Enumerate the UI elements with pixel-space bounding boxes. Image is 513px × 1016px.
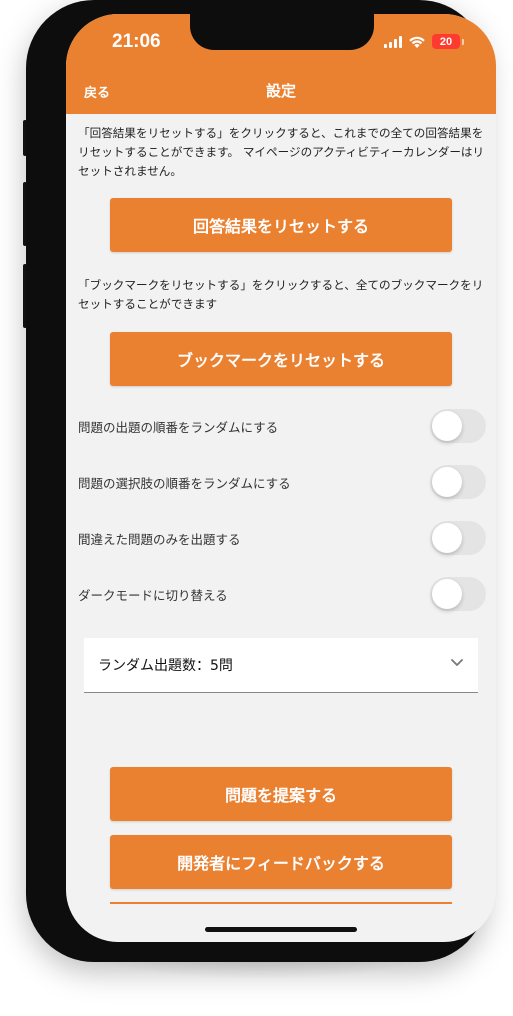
battery-level: 20 bbox=[439, 35, 453, 48]
setting-label: 問題の出題の順番をランダムにする bbox=[78, 420, 279, 435]
status-time: 21:06 bbox=[112, 31, 161, 52]
setting-label: ダークモードに切り替える bbox=[78, 588, 228, 603]
toggle-knob bbox=[432, 579, 462, 609]
phone-frame: 21:06 20 戻る 設定 「回答結果をリセットする」をクリックすると、これま… bbox=[26, 0, 496, 962]
toggle-knob bbox=[432, 467, 462, 497]
setting-random-question-order: 問題の出題の順番をランダムにする bbox=[78, 409, 486, 445]
page-title: 設定 bbox=[265, 82, 296, 100]
home-indicator[interactable] bbox=[205, 927, 357, 932]
toggle-knob bbox=[432, 523, 462, 553]
reset-answers-description: 「回答結果をリセットする」をクリックすると、これまでの全ての回答結果をリセットす… bbox=[78, 126, 485, 178]
setting-dark-mode: ダークモードに切り替える bbox=[78, 577, 486, 613]
setting-wrong-only: 間違えた問題のみを出題する bbox=[78, 521, 486, 557]
partial-button-edge bbox=[110, 902, 452, 904]
toggle-knob bbox=[432, 411, 462, 441]
status-icons: 20 bbox=[384, 34, 464, 49]
setting-label: 問題の選択肢の順番をランダムにする bbox=[78, 476, 291, 491]
canvas: 21:06 20 戻る 設定 「回答結果をリセットする」をクリックすると、これま… bbox=[0, 0, 513, 1016]
battery-cap bbox=[462, 38, 464, 45]
chevron-down-icon bbox=[451, 659, 463, 666]
random-count-select[interactable]: ランダム出題数：5問 bbox=[84, 638, 478, 693]
battery-icon: 20 bbox=[432, 34, 460, 49]
signal-icon bbox=[384, 35, 402, 48]
random-question-order-toggle[interactable] bbox=[430, 409, 486, 443]
random-count-value: ランダム出題数：5問 bbox=[98, 658, 233, 674]
reset-answers-button[interactable]: 回答結果をリセットする bbox=[110, 198, 452, 252]
suggest-question-button[interactable]: 問題を提案する bbox=[110, 767, 452, 821]
setting-random-choice-order: 問題の選択肢の順番をランダムにする bbox=[78, 465, 486, 501]
developer-feedback-button[interactable]: 開発者にフィードバックする bbox=[110, 835, 452, 889]
wrong-only-toggle[interactable] bbox=[430, 521, 486, 555]
setting-label: 間違えた問題のみを出題する bbox=[78, 532, 241, 547]
wifi-icon bbox=[408, 35, 426, 49]
dark-mode-toggle[interactable] bbox=[430, 577, 486, 611]
notch bbox=[190, 14, 374, 50]
screen: 21:06 20 戻る 設定 「回答結果をリセットする」をクリックすると、これま… bbox=[66, 14, 496, 942]
reset-bookmarks-button[interactable]: ブックマークをリセットする bbox=[110, 332, 452, 386]
reset-bookmarks-description: 「ブックマークをリセットする」をクリックすると、全てのブックマークをリセットする… bbox=[78, 278, 484, 311]
random-choice-order-toggle[interactable] bbox=[430, 465, 486, 499]
